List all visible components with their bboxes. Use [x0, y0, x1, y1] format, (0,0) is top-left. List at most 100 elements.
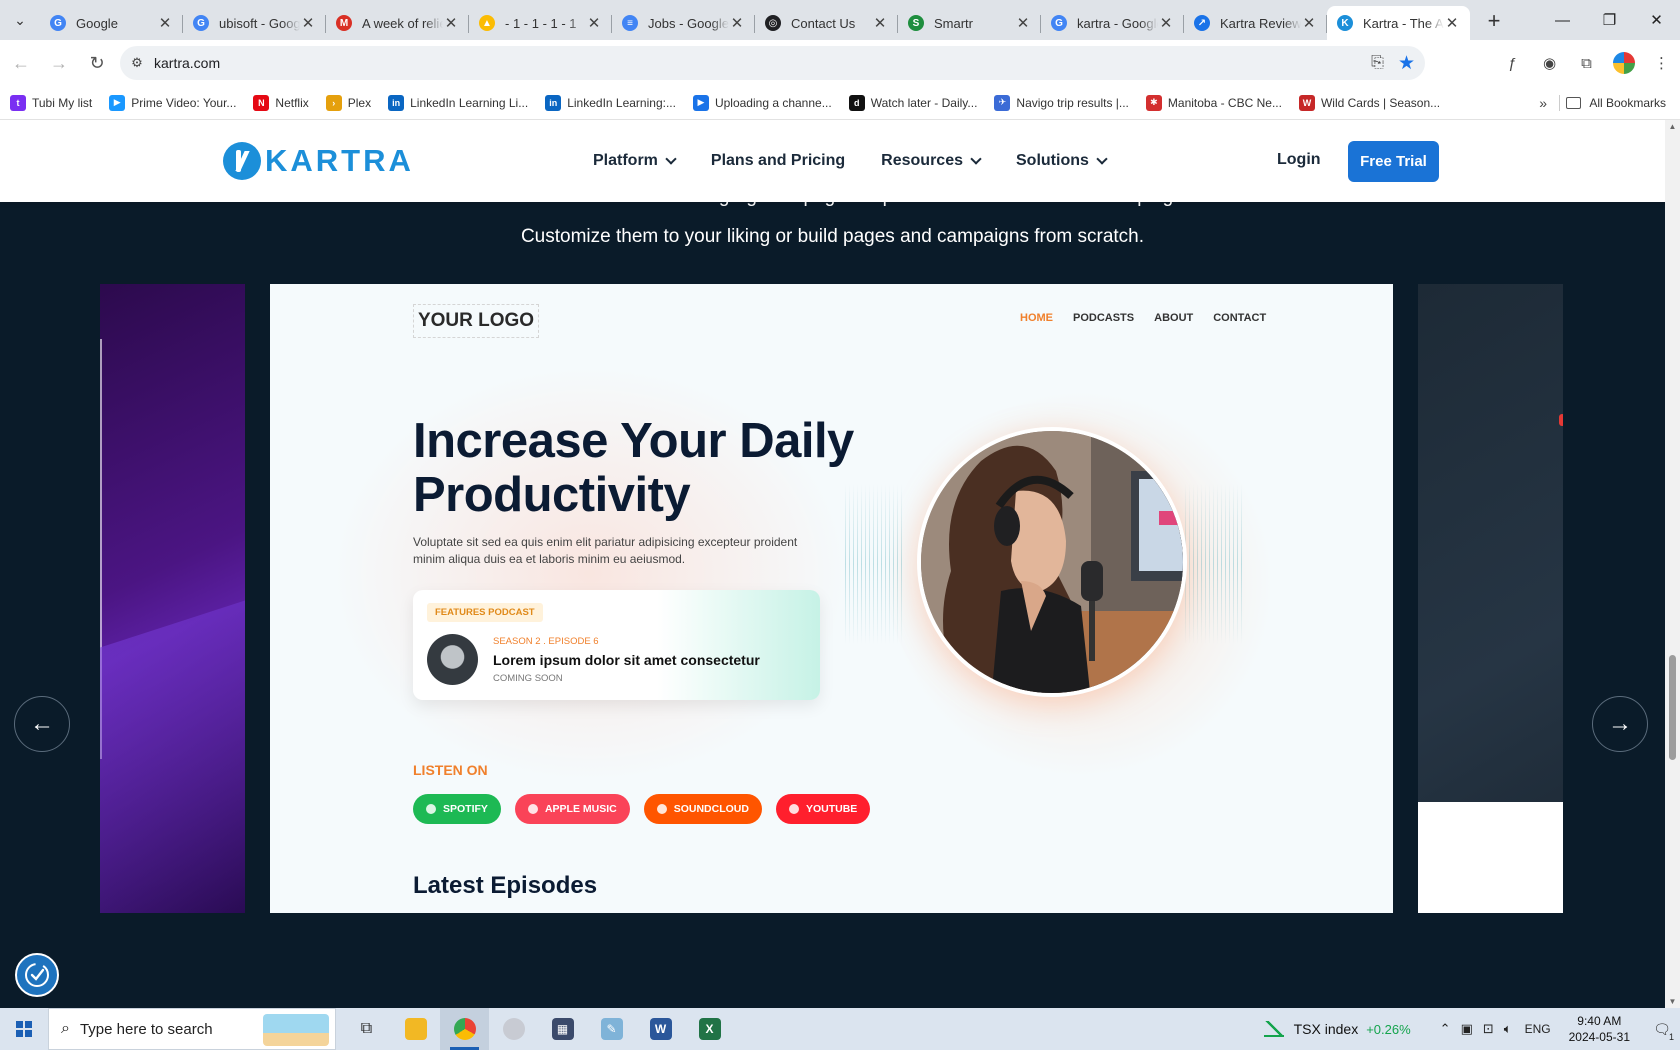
screen-capture-extension-icon[interactable]: ◉	[1531, 54, 1568, 72]
excel-app[interactable]: X	[685, 1008, 734, 1050]
bookmarks-overflow-button[interactable]: »	[1539, 86, 1547, 120]
chart-up-icon	[1263, 1021, 1284, 1037]
puzzle-extensions-icon[interactable]: ⧉	[1568, 55, 1605, 72]
browser-tab[interactable]: S Smartr ✕	[898, 6, 1041, 40]
carousel-slide-current[interactable]: YOUR LOGO HOME PODCASTS ABOUT CONTACT Incre…	[270, 284, 1393, 913]
browser-tab[interactable]: ≡ Jobs - Google ✕	[612, 6, 755, 40]
bookmark-star-icon[interactable]: ★	[1398, 52, 1415, 75]
new-tab-button[interactable]: +	[1476, 3, 1512, 39]
address-bar[interactable]: ⚙ kartra.com ⎘ ★	[120, 46, 1425, 80]
template-nav-item: CONTACT	[1213, 312, 1267, 324]
bookmark-item[interactable]: › Plex	[325, 94, 371, 111]
reload-button[interactable]: ↻	[80, 46, 114, 80]
browser-toolbar: ← → ↻ ⚙ kartra.com ⎘ ★ ƒ ◉ ⧉ ⋮	[0, 40, 1680, 86]
profile-avatar[interactable]	[1613, 52, 1635, 74]
carousel-slide-previous[interactable]	[100, 284, 245, 913]
clock[interactable]: 9:40 AM 2024-05-31	[1569, 1013, 1630, 1045]
kebab-menu-icon[interactable]: ⋮	[1643, 54, 1680, 72]
platform-label: APPLE MUSIC	[544, 803, 617, 815]
url-text[interactable]: kartra.com	[154, 55, 220, 71]
bookmark-item[interactable]: N Netflix	[253, 94, 309, 111]
site-nav-item[interactable]: Plans and Pricing	[711, 152, 845, 170]
bookmark-list: t Tubi My list ▶ Prime Video: Your... N Netfl…	[10, 94, 1457, 111]
site-info-icon[interactable]: ⚙	[120, 55, 154, 71]
tab-close-icon[interactable]: ✕	[1301, 14, 1317, 32]
browser-tab[interactable]: ◎ Contact Us ✕	[755, 6, 898, 40]
language-indicator[interactable]: ENG	[1525, 1022, 1551, 1036]
scroll-down-icon[interactable]: ▼	[1665, 997, 1680, 1006]
ticker-name: TSX index	[1293, 1021, 1359, 1037]
paint-app[interactable]	[489, 1008, 538, 1050]
site-nav-label: Resources	[881, 152, 963, 169]
stock-ticker-widget[interactable]: TSX index +0.26%	[1263, 1021, 1411, 1037]
chevron-up-icon[interactable]: ⌃	[1440, 1021, 1451, 1037]
volume-icon[interactable]: 🔈︎	[1504, 1021, 1512, 1037]
notification-count: 1	[1668, 1032, 1674, 1042]
tab-close-icon[interactable]: ✕	[1444, 14, 1460, 32]
site-nav-item[interactable]: Resources	[881, 152, 982, 170]
browser-tab[interactable]: Gubisoft - Google✕	[183, 6, 326, 40]
arrow-right-icon: →	[1608, 710, 1632, 737]
tab-favicon-icon: ▲	[479, 15, 495, 31]
browser-tab[interactable]: G Google ✕	[40, 6, 183, 40]
bookmark-item[interactable]: d Watch later - Daily...	[848, 94, 977, 111]
chrome-app[interactable]	[440, 1008, 489, 1050]
tab-search-button[interactable]: ⌄	[0, 0, 40, 40]
page-scrollbar[interactable]: ▲ ▼	[1665, 120, 1680, 1008]
carousel-next-button[interactable]: →	[1592, 696, 1648, 752]
site-nav-item[interactable]: Platform	[593, 152, 677, 170]
bookmark-item[interactable]: t Tubi My list	[10, 94, 92, 111]
browser-tab[interactable]: M A week of relief ✕	[326, 6, 469, 40]
bookmark-item[interactable]: ✱ Manitoba - CBC Ne...	[1145, 94, 1282, 111]
bookmark-item[interactable]: ▶ Uploading a channe...	[692, 94, 832, 111]
browser-tab[interactable]: ▲ - 1 - 1 - 1 - 1 ✕	[469, 6, 612, 40]
tab-close-icon[interactable]: ✕	[300, 14, 316, 32]
browser-tab[interactable]: Gkartra - Google ✕	[1041, 6, 1184, 40]
browser-tab[interactable]: K Kartra - The All ✕	[1327, 6, 1470, 40]
back-button[interactable]: ←	[4, 46, 38, 80]
all-bookmarks-button[interactable]: All Bookmarks	[1566, 86, 1666, 120]
carousel-prev-button[interactable]: ←	[14, 696, 70, 752]
site-header: KARTRA Platform Plans and Pricing Resource…	[0, 120, 1665, 202]
install-app-icon[interactable]: ⎘	[1371, 54, 1384, 72]
free-trial-button[interactable]: Free Trial	[1348, 141, 1439, 182]
window-controls: — ❐ ✕	[1539, 0, 1680, 40]
calculator-app[interactable]: ▦	[538, 1008, 587, 1050]
bookmark-item[interactable]: W Wild Cards | Season...	[1298, 94, 1440, 111]
tab-close-icon[interactable]: ✕	[157, 14, 173, 32]
forward-button[interactable]: →	[42, 46, 76, 80]
notifications-button[interactable]: 🗨︎ 1	[1644, 1008, 1680, 1050]
bookmark-item[interactable]: in LinkedIn Learning:...	[545, 94, 676, 111]
word-icon: W	[649, 1018, 672, 1040]
bookmark-item[interactable]: ✈ Navigo trip results |...	[994, 94, 1129, 111]
scroll-up-icon[interactable]: ▲	[1665, 122, 1680, 131]
start-button[interactable]	[0, 1008, 48, 1050]
site-nav-item[interactable]: Solutions	[1016, 152, 1108, 170]
carousel-slide-next[interactable]	[1418, 284, 1563, 913]
login-link[interactable]: Login	[1277, 151, 1321, 169]
accessibility-button[interactable]	[15, 953, 59, 997]
bookmark-favicon-icon: ✈	[994, 94, 1011, 111]
tab-close-icon[interactable]: ✕	[1015, 14, 1031, 32]
file-explorer-app[interactable]	[391, 1008, 440, 1050]
network-icon[interactable]: ⊡	[1483, 1021, 1494, 1037]
meet-now-icon[interactable]: ▣	[1461, 1021, 1473, 1037]
word-app[interactable]: W	[636, 1008, 685, 1050]
scrollbar-thumb[interactable]	[1669, 655, 1676, 760]
tab-close-icon[interactable]: ✕	[443, 14, 459, 32]
tab-close-icon[interactable]: ✕	[1158, 14, 1174, 32]
minimize-button[interactable]: —	[1539, 0, 1586, 40]
browser-tab[interactable]: ↗ Kartra Review ✕	[1184, 6, 1327, 40]
tab-close-icon[interactable]: ✕	[586, 14, 602, 32]
snipping-tool-app[interactable]: ✎	[587, 1008, 636, 1050]
bookmark-item[interactable]: in LinkedIn Learning Li...	[388, 94, 528, 111]
restore-button[interactable]: ❐	[1586, 0, 1633, 40]
font-extension-icon[interactable]: ƒ	[1494, 55, 1531, 72]
bookmark-item[interactable]: ▶ Prime Video: Your...	[109, 94, 236, 111]
tab-close-icon[interactable]: ✕	[729, 14, 745, 32]
close-window-button[interactable]: ✕	[1633, 0, 1680, 40]
tab-close-icon[interactable]: ✕	[872, 14, 888, 32]
kartra-logo[interactable]: KARTRA	[223, 142, 414, 180]
task-view-button[interactable]: ⧉	[342, 1008, 391, 1050]
taskbar-search[interactable]: ⌕ Type here to search	[48, 1008, 336, 1050]
